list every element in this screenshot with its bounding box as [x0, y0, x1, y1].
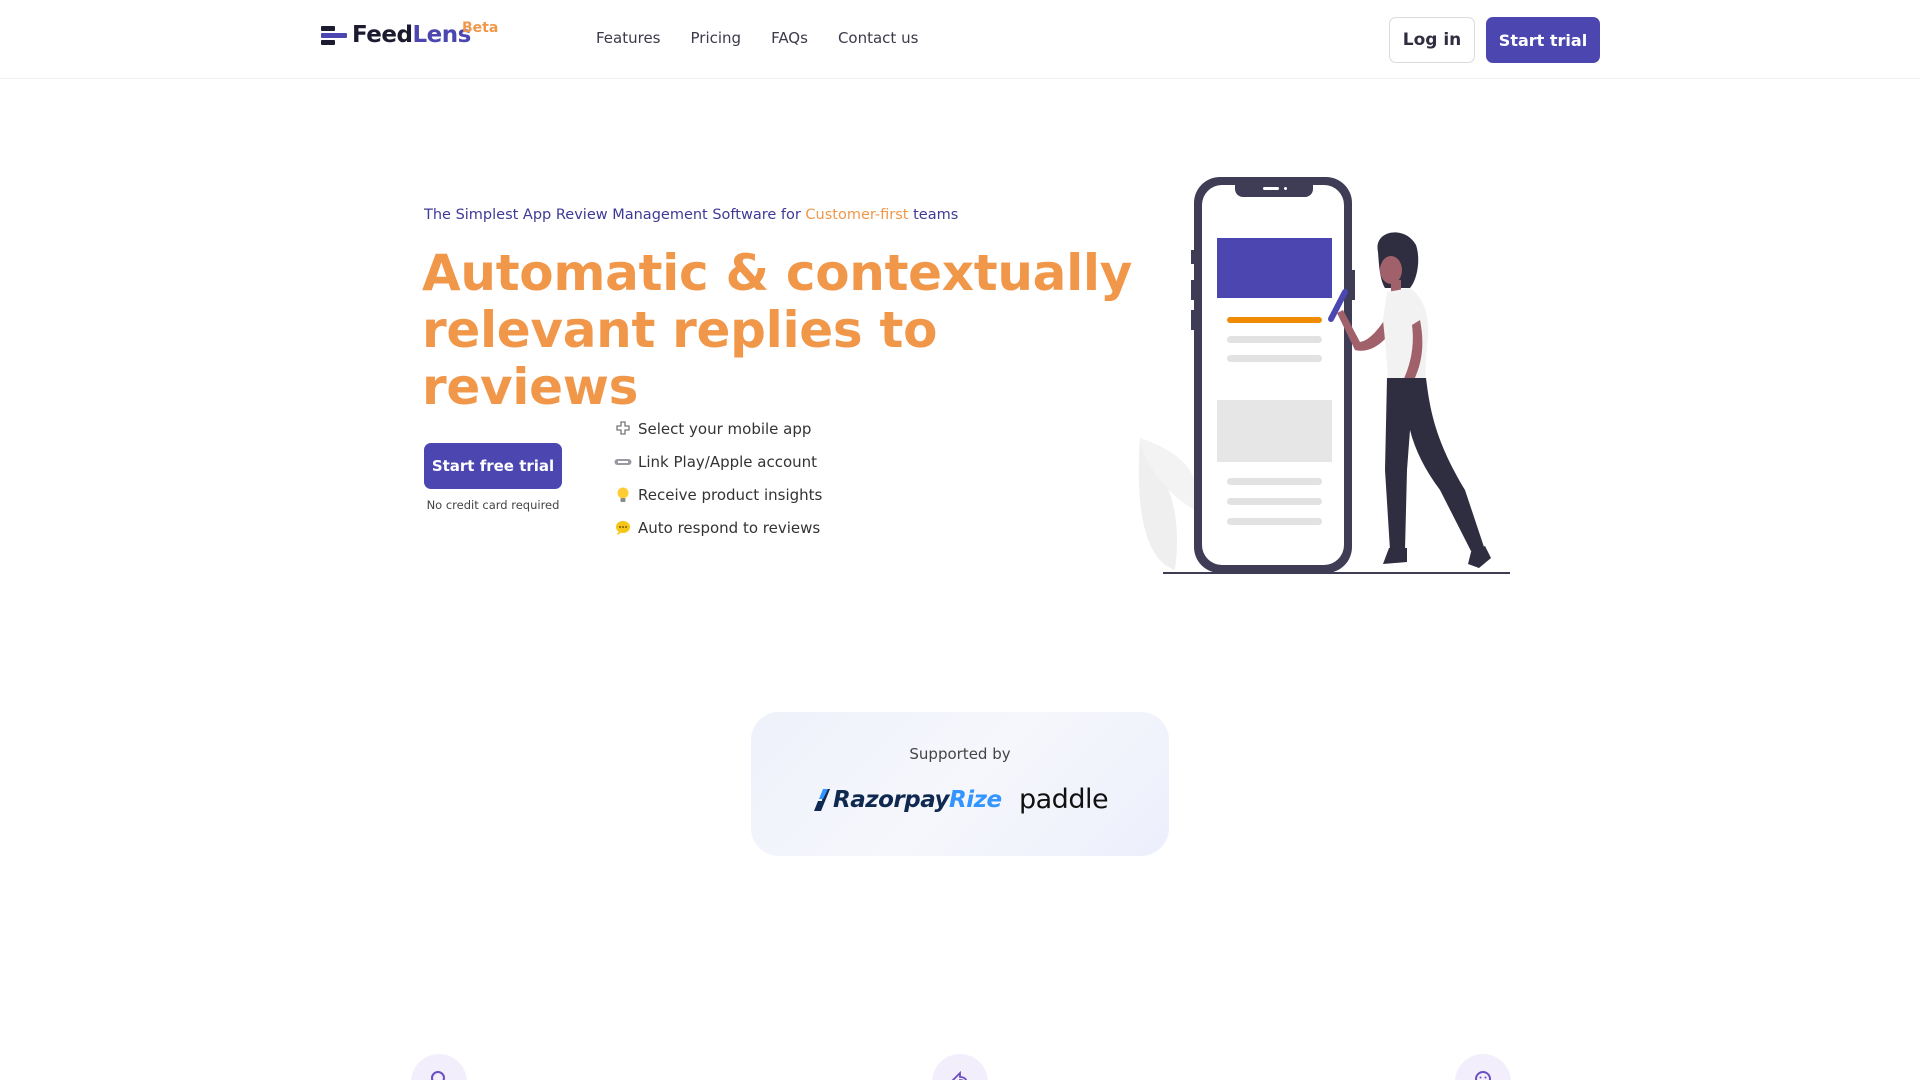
phone-person-illustration [1138, 177, 1510, 574]
puzzle-icon [614, 420, 632, 438]
supported-by-card: Supported by Razorpay Rize paddle [751, 712, 1169, 856]
site-header: FeedLens Beta Features Pricing FAQs Cont… [0, 0, 1920, 79]
step-item: Receive product insights [614, 478, 822, 511]
tagline-pre: The Simplest App Review Management Softw… [424, 207, 806, 223]
tagline-post: teams [908, 207, 959, 223]
step-item: Link Play/Apple account [614, 445, 822, 478]
razorpay-mark-icon [814, 789, 830, 811]
nav-link-contact[interactable]: Contact us [838, 29, 918, 47]
main-nav: Features Pricing FAQs Contact us [596, 29, 918, 47]
hero-headline: Automatic & contextually relevant replie… [422, 245, 1142, 416]
supported-by-title: Supported by [909, 745, 1011, 763]
speech-bubble-icon [614, 519, 632, 537]
nav-link-faqs[interactable]: FAQs [771, 29, 808, 47]
link-icon [614, 453, 632, 471]
start-free-trial-button[interactable]: Start free trial [424, 443, 562, 489]
hero-tagline: The Simplest App Review Management Softw… [424, 207, 958, 223]
lightbulb-icon [614, 486, 632, 504]
step-text: Link Play/Apple account [638, 452, 818, 471]
paddle-logo[interactable]: paddle [1019, 784, 1109, 815]
logo-feed-text: Feed [352, 22, 413, 48]
logo-text: FeedLens [352, 22, 471, 48]
nav-link-pricing[interactable]: Pricing [691, 29, 742, 47]
headline-line-1: Automatic & contextually [422, 244, 1133, 302]
step-text: Select your mobile app [638, 419, 812, 438]
onboarding-steps: Select your mobile app Link Play/Apple a… [614, 412, 822, 544]
step-text: Auto respond to reviews [638, 518, 821, 537]
feature-smiley-icon [1455, 1054, 1511, 1080]
tagline-highlight: Customer-first [805, 207, 909, 223]
start-trial-button[interactable]: Start trial [1486, 17, 1600, 63]
step-item: Select your mobile app [614, 412, 822, 445]
razorpay-rize-logo[interactable]: Razorpay Rize [814, 787, 1002, 813]
razorpay-text: Razorpay [833, 787, 950, 813]
beta-badge: Beta [462, 20, 499, 36]
step-text: Receive product insights [638, 485, 823, 504]
feature-reply-icon [932, 1054, 988, 1080]
headline-line-2: relevant replies to reviews [422, 301, 938, 416]
rize-text: Rize [949, 787, 1002, 813]
nav-link-features[interactable]: Features [596, 29, 661, 47]
step-item: Auto respond to reviews [614, 511, 822, 544]
no-credit-card-note: No credit card required [426, 498, 560, 512]
logo-mark-icon [321, 24, 347, 46]
hero-illustration [1135, 170, 1515, 580]
feedlens-logo[interactable]: FeedLens Beta [321, 20, 498, 48]
login-button[interactable]: Log in [1389, 17, 1475, 63]
feature-search-icon [411, 1054, 467, 1080]
